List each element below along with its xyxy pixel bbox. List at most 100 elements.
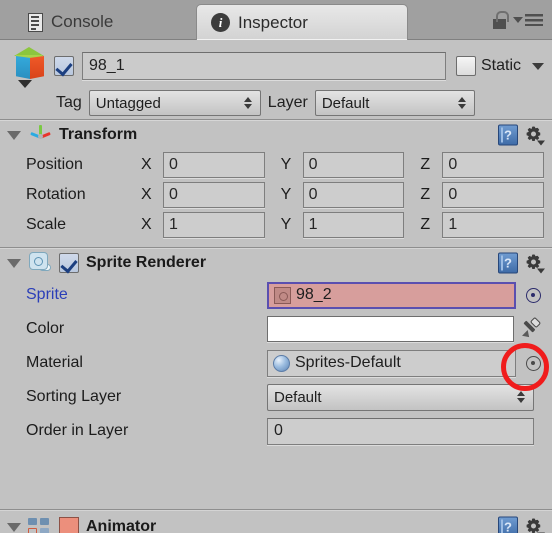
position-z-input[interactable]: 0 (442, 152, 545, 178)
position-x-input[interactable]: 0 (163, 152, 265, 178)
rotation-z-axis-label: Z (420, 186, 431, 203)
static-checkbox[interactable] (455, 56, 476, 76)
animator-swatch-icon (59, 517, 79, 533)
foldout-triangle-icon-transform[interactable] (7, 130, 21, 140)
sprite-renderer-enabled-checkbox[interactable] (59, 253, 79, 273)
gear-caret-icon (537, 268, 545, 274)
static-label: Static (480, 57, 521, 74)
scale-y-input[interactable]: 1 (302, 212, 405, 238)
help-book-icon[interactable] (498, 124, 518, 146)
lock-open-icon[interactable] (492, 11, 509, 29)
sorting-layer-dropdown[interactable]: Default (267, 383, 534, 411)
eyedropper-tip (522, 330, 532, 340)
component-actions-sprite-renderer (498, 252, 545, 274)
menu-bars-icon (525, 14, 543, 26)
help-book-icon[interactable] (498, 252, 518, 274)
sorting-layer-field-wrap: Default (141, 383, 552, 411)
material-row: Material Sprites-Default (0, 346, 552, 380)
help-book-icon[interactable] (498, 516, 518, 533)
component-header-transform[interactable]: Transform (0, 120, 552, 150)
sprite-object-picker[interactable] (522, 284, 544, 306)
rotation-label: Rotation (26, 186, 86, 203)
sorting-layer-label: Sorting Layer (26, 388, 122, 405)
color-swatch[interactable] (267, 316, 514, 342)
sprite-row: Sprite 98_2 (0, 278, 552, 312)
gameobject-name-input[interactable]: 98_1 (82, 52, 446, 80)
foldout-triangle-icon-sprite-renderer[interactable] (7, 258, 21, 268)
tab-console[interactable]: Console (14, 4, 129, 40)
color-row: Color (0, 312, 552, 346)
rotation-x-axis-label: X (141, 186, 152, 203)
component-header-sprite-renderer[interactable]: Sprite Renderer (0, 248, 552, 278)
tab-console-label: Console (51, 12, 114, 31)
animator-state-3 (28, 528, 37, 533)
tag-dropdown[interactable]: Untagged (88, 90, 261, 116)
tab-bar-actions (492, 11, 543, 29)
material-object-picker[interactable] (522, 352, 544, 374)
gear-icon[interactable] (525, 126, 545, 146)
position-vector3: X 0 Y 0 Z 0 (141, 152, 552, 178)
position-z-axis-label: Z (420, 156, 431, 173)
cube-icon[interactable] (8, 44, 54, 88)
component-actions-transform (498, 124, 545, 146)
rotation-y-input[interactable]: 0 (302, 182, 405, 208)
scale-x-input[interactable]: 1 (163, 212, 265, 238)
tag-dropdown-value: Untagged (95, 94, 161, 112)
static-dropdown-caret-icon[interactable] (532, 62, 544, 70)
order-field-wrap: 0 (141, 417, 552, 445)
animator-state-2 (40, 518, 49, 525)
material-field-wrap: Sprites-Default (141, 349, 552, 377)
rotation-vector3: X 0 Y 0 Z 0 (141, 182, 552, 208)
animator-state-1 (28, 518, 37, 525)
layer-label: Layer (267, 94, 308, 111)
gear-icon[interactable] (525, 518, 545, 533)
sprite-renderer-icon (28, 252, 52, 274)
tab-inspector[interactable]: i Inspector (196, 4, 408, 40)
static-toggle-group: Static (455, 56, 544, 76)
tag-label: Tag (56, 94, 82, 111)
sprite-object-field[interactable]: 98_2 (267, 281, 516, 309)
order-in-layer-label: Order in Layer (26, 422, 129, 439)
sprite-thumbnail-icon (274, 286, 291, 304)
scale-z-axis-label: Z (420, 216, 431, 233)
order-in-layer-input[interactable]: 0 (267, 417, 534, 445)
sprite-field-wrap: 98_2 (141, 281, 552, 309)
rotation-y-axis-label: Y (280, 186, 292, 203)
eyedropper-icon[interactable] (520, 316, 544, 341)
rotation-x-input[interactable]: 0 (163, 182, 265, 208)
scale-label: Scale (26, 216, 67, 233)
transform-axis-icon (28, 124, 52, 146)
hamburger-menu-icon[interactable] (513, 14, 543, 26)
position-y-axis-label: Y (280, 156, 292, 173)
transform-position-row: Position X 0 Y 0 Z 0 (0, 150, 552, 180)
position-label: Position (26, 156, 83, 173)
component-actions-animator (498, 516, 545, 533)
gear-inner (531, 131, 536, 137)
menu-caret-icon (513, 17, 523, 23)
sprite-object-value: 98_2 (296, 286, 332, 303)
scale-z-input[interactable]: 1 (442, 212, 545, 238)
animator-icon (28, 517, 52, 533)
order-in-layer-row: Order in Layer 0 (0, 414, 552, 448)
chevron-down-icon (18, 80, 32, 88)
sorting-layer-arrows-icon (517, 390, 526, 404)
position-y-input[interactable]: 0 (302, 152, 405, 178)
color-label: Color (26, 320, 65, 337)
component-header-animator[interactable]: Animator (0, 512, 552, 533)
foldout-triangle-icon-animator[interactable] (7, 522, 21, 532)
gear-icon[interactable] (525, 254, 545, 274)
material-object-value: Sprites-Default (295, 354, 401, 371)
component-title-animator: Animator (86, 518, 157, 533)
tag-dropdown-arrows-icon (243, 96, 253, 110)
material-sphere-icon (273, 354, 290, 372)
material-object-field[interactable]: Sprites-Default (267, 349, 516, 377)
gameobject-enabled-checkbox[interactable] (54, 56, 74, 76)
rotation-z-input[interactable]: 0 (442, 182, 545, 208)
layer-dropdown[interactable]: Default (314, 90, 475, 116)
inspector-panel: 98_1 Static Tag Untagged Layer Default T… (0, 40, 552, 533)
component-title-transform: Transform (59, 126, 138, 143)
transform-scale-row: Scale X 1 Y 1 Z 1 (0, 210, 552, 240)
info-icon: i (211, 13, 230, 32)
material-label: Material (26, 354, 83, 371)
animator-state-4 (40, 528, 49, 533)
